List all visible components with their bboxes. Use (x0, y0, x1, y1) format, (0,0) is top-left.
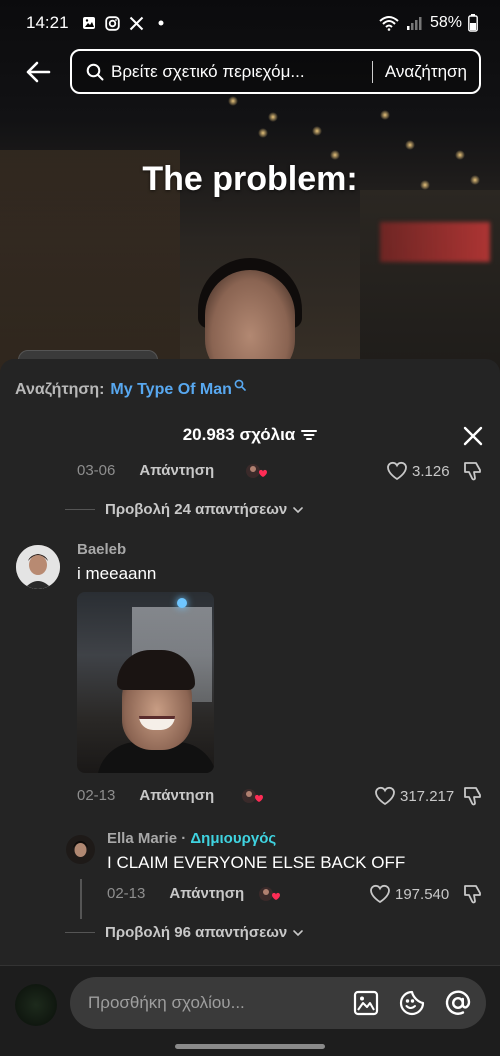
reply-meta: 02-13 Απάντηση (107, 885, 244, 902)
chevron-down-icon (292, 927, 304, 939)
comments-header: 20.983 σχόλια (0, 425, 500, 445)
like-button[interactable]: 317.217 (374, 786, 454, 806)
view-replies-label: Προβολή 24 απαντήσεων (105, 501, 288, 518)
thread-line (80, 879, 82, 919)
comment-date: 03-06 (77, 462, 116, 479)
like-count: 3.126 (412, 462, 450, 480)
avatar-baeleb[interactable] (16, 545, 60, 589)
like-count: 197.540 (395, 885, 450, 903)
reply-button[interactable]: Απάντηση (169, 885, 244, 902)
instagram-icon (105, 15, 121, 31)
reply-text: I CLAIM EVERYONE ELSE BACK OFF (107, 853, 406, 872)
comment-meta: 03-06 Απάντηση (77, 462, 214, 479)
creator-liked-icon (245, 462, 267, 480)
dislike-icon[interactable] (462, 785, 484, 807)
comment-input[interactable]: Προσθήκη σχολίου... (70, 977, 486, 1029)
gallery-icon (81, 15, 97, 31)
home-indicator (175, 1044, 325, 1049)
comment-meta: 02-13 Απάντηση (77, 787, 214, 804)
comment-image[interactable] (77, 592, 214, 773)
comment-username[interactable]: Baeleb (77, 541, 126, 558)
reply-author-name[interactable]: Ella Marie (107, 830, 177, 847)
user-avatar[interactable] (15, 984, 57, 1026)
status-time: 14:21 (26, 13, 69, 32)
video-caption: The problem: (142, 160, 358, 198)
comment-count: 20.983 σχόλια (182, 425, 296, 444)
creator-badge: Δημιουργός (190, 830, 277, 847)
like-button[interactable]: 197.540 (369, 884, 449, 904)
signal-icon (406, 15, 424, 31)
sort-icon[interactable] (301, 428, 318, 442)
x-icon (129, 15, 145, 31)
replies-divider (65, 932, 95, 933)
comment-date: 02-13 (77, 787, 116, 804)
close-button[interactable] (462, 425, 484, 447)
like-button[interactable]: 3.126 (386, 461, 450, 481)
comments-sheet: Αναζήτηση: My Type Of Man 20.983 σχόλια … (0, 359, 500, 1056)
creator-liked-icon (241, 787, 263, 805)
neon-sign (380, 222, 490, 262)
comment-input-placeholder[interactable]: Προσθήκη σχολίου... (88, 993, 334, 1013)
view-replies-label: Προβολή 96 απαντήσεων (105, 924, 288, 941)
wifi-icon (378, 15, 400, 31)
image-icon[interactable] (352, 989, 380, 1017)
search-term-link[interactable]: My Type Of Man (110, 381, 232, 399)
heart-outline-icon (375, 786, 395, 806)
reply-button[interactable]: Απάντηση (139, 462, 214, 479)
mention-icon[interactable] (444, 989, 472, 1017)
dislike-icon[interactable] (462, 883, 484, 905)
search-divider (371, 60, 373, 83)
view-replies-button[interactable]: Προβολή 24 απαντήσεων (65, 501, 304, 518)
heart-outline-icon (387, 461, 407, 481)
status-bar: 14:21 58% (0, 0, 500, 46)
comment-text: i meeaann (77, 564, 157, 583)
replies-divider (65, 509, 95, 510)
back-button[interactable] (22, 56, 54, 88)
search-icon (86, 63, 104, 81)
search-bar[interactable]: Βρείτε σχετικό περιεχόμ... Αναζήτηση (70, 49, 481, 94)
avatar-ella-marie[interactable] (66, 835, 95, 864)
creator-liked-icon (258, 885, 280, 903)
comment-input-bar: Προσθήκη σχολίου... (0, 965, 500, 1056)
search-prefix: Αναζήτηση: (15, 381, 105, 398)
image-light (177, 598, 187, 608)
dot-icon (153, 15, 169, 31)
chevron-down-icon (292, 504, 304, 516)
author-separator: · (177, 830, 191, 847)
like-count: 317.217 (400, 787, 455, 805)
search-input[interactable]: Βρείτε σχετικό περιεχόμ... (111, 62, 360, 82)
battery-percent: 58% (429, 14, 462, 31)
view-replies-button[interactable]: Προβολή 96 απαντήσεων (65, 924, 304, 941)
reply-date: 02-13 (107, 885, 146, 902)
dislike-icon[interactable] (462, 460, 484, 482)
battery-icon (468, 14, 478, 32)
search-button[interactable]: Αναζήτηση (385, 62, 467, 82)
sheet-search-suggestion[interactable]: Αναζήτηση: My Type Of Man (15, 379, 247, 399)
arrow-left-icon (26, 61, 51, 83)
search-small-icon (234, 379, 247, 392)
reply-button[interactable]: Απάντηση (139, 787, 214, 804)
heart-outline-icon (370, 884, 390, 904)
reply-username: Ella Marie · Δημιουργός (107, 830, 276, 847)
close-icon (463, 426, 483, 446)
emoji-sticker-icon[interactable] (398, 989, 426, 1017)
